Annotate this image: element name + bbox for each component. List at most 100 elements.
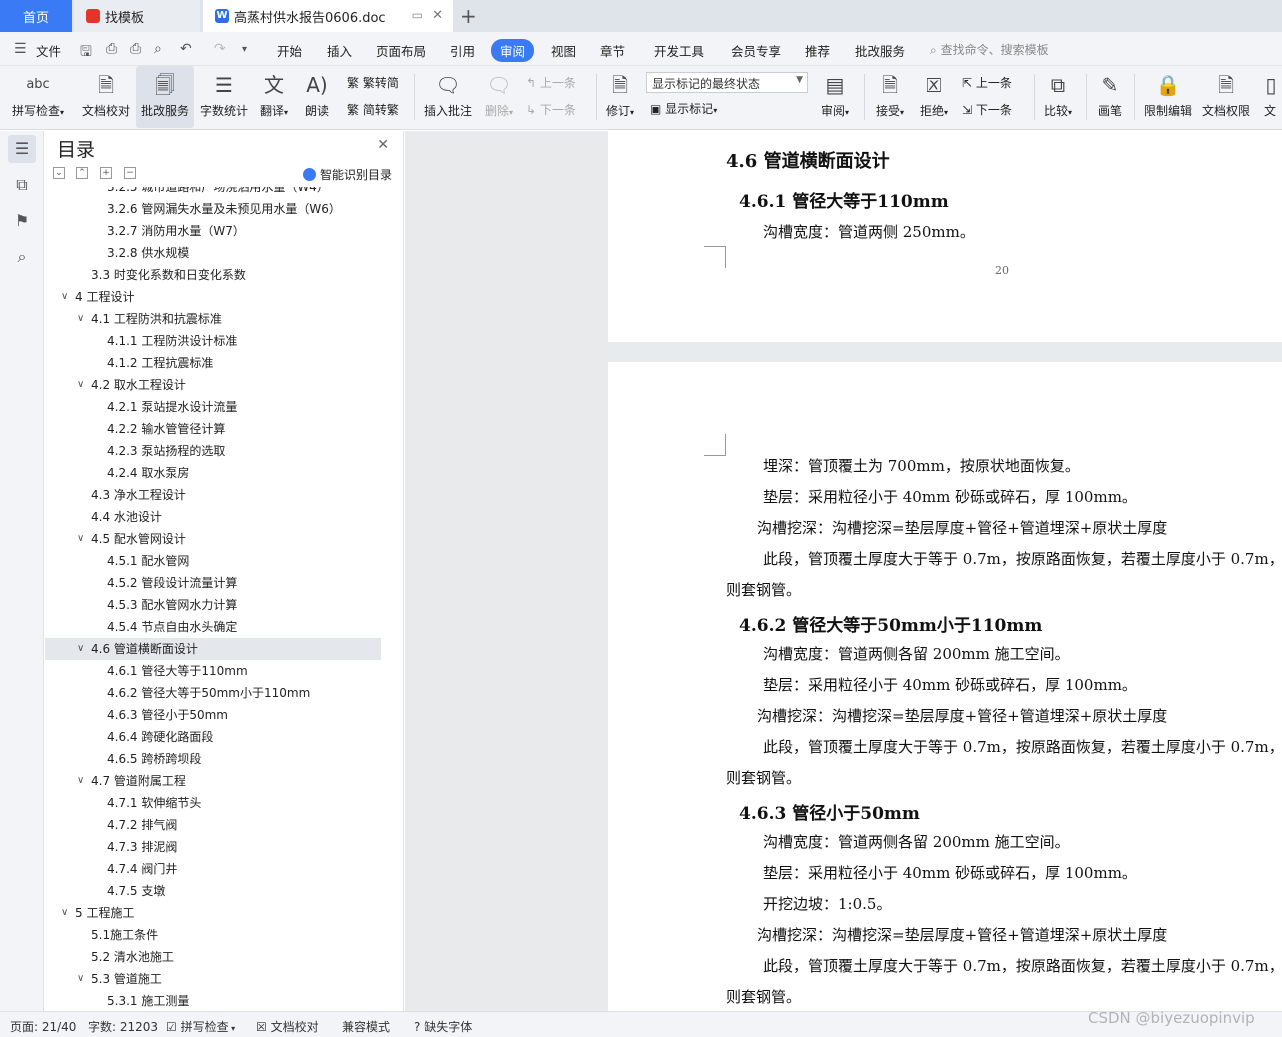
spell-check-button[interactable]: abc 拼写检查▾ [8,66,68,128]
menu-chapter[interactable]: 章节 [600,41,625,60]
chevron-down-icon[interactable]: ∨ [77,638,84,660]
simp-to-trad-button[interactable]: 繁 简转繁 [347,101,399,121]
toc-item[interactable]: 4.6.2 管径大等于50mm小于110mm [45,682,381,704]
proofread-button[interactable]: 🗎 文档校对 [78,66,134,128]
tab-document[interactable]: W 高蒸村供水报告0606.doc ▭ ✕ [203,0,453,32]
toc-item[interactable]: 4.5.4 节点自由水头确定 [45,616,381,638]
track-changes-button[interactable]: 🗎 修订▾ [600,66,640,128]
word-count-button[interactable]: ☰ 字数统计 [196,66,252,128]
menu-review[interactable]: 审阅 [491,39,535,62]
tab-templates[interactable]: 找模板 [74,0,200,32]
word-count-status[interactable]: 字数: 21203 [88,1018,158,1035]
toc-item[interactable]: 4.2.1 泵站提水设计流量 [45,396,381,418]
bookmark-icon[interactable]: ⚑ [8,207,36,235]
accept-button[interactable]: 🗎 接受▾ [870,66,910,128]
document-permission-button[interactable]: 🗎 文档权限 [1198,66,1254,128]
toc-item[interactable]: 4.6.4 跨硬化路面段 [45,726,381,748]
missing-font-status[interactable]: ? 缺失字体 [414,1018,472,1035]
proofread-status[interactable]: ☒ 文档校对 [256,1018,319,1035]
toc-item[interactable]: 4.7.5 支墩 [45,880,381,902]
chevron-down-icon[interactable]: ∨ [77,308,84,330]
markup-state-select[interactable]: 显示标记的最终状态 ▼ [646,72,808,93]
redo-icon[interactable]: ↷ [214,41,226,57]
collapse-all-icon[interactable]: ⌄ [53,167,65,179]
smart-toc-button[interactable]: 智能识别目录 [303,166,392,183]
add-item-icon[interactable]: + [100,167,112,179]
toc-item[interactable]: 3.2.7 消防用水量（W7） [45,220,381,242]
new-tab-icon[interactable]: + [460,4,477,28]
toc-item[interactable]: ∨ 4.2 取水工程设计 [45,374,381,396]
spell-check-status[interactable]: ☑ 拼写检查 ▾ [166,1018,235,1035]
toc-item[interactable]: 5.1施工条件 [45,924,381,946]
delete-comment-button[interactable]: 🗨 删除▾ [480,66,518,128]
print-preview-icon[interactable]: ⌕ [154,41,162,57]
toc-item[interactable]: 4.6.1 管径大等于110mm [45,660,381,682]
prev-change-button[interactable]: ⇱ 上一条 [962,74,1012,94]
toc-item[interactable]: 4.5.1 配水管网 [45,550,381,572]
toc-item[interactable]: ∨ 5 工程施工 [45,902,381,924]
chevron-down-icon[interactable]: ∨ [77,374,84,396]
toc-item[interactable]: 4.5.2 管段设计流量计算 [45,572,381,594]
chevron-down-icon[interactable]: ∨ [77,968,84,990]
menu-correction[interactable]: 批改服务 [855,41,905,60]
undo-icon[interactable]: ↶ [180,41,192,57]
toc-item[interactable]: 3.3 时变化系数和日变化系数 [45,264,381,286]
review-pane-button[interactable]: ▤ 审阅▾ [814,66,856,128]
restrict-editing-button[interactable]: 🔒 限制编辑 [1140,66,1196,128]
menu-insert[interactable]: 插入 [327,41,352,60]
chevron-down-icon[interactable]: ∨ [77,770,84,792]
search-icon[interactable]: ⌕ [8,243,36,271]
document-page[interactable]: 4.6 管道横断面设计 4.6.1 管径大等于110mm 沟槽宽度：管道两侧 2… [608,131,1282,342]
correction-service-button[interactable]: 🗐 批改服务 [136,66,194,128]
toc-item[interactable]: 4.2.4 取水泵房 [45,462,381,484]
show-markup-button[interactable]: ▣ 显示标记▾ [650,100,717,120]
toc-icon[interactable]: ☰ [8,135,36,163]
toc-item[interactable]: 3.2.8 供水规模 [45,242,381,264]
toc-item[interactable]: 4.7.1 软伸缩节头 [45,792,381,814]
toc-item[interactable]: 4.7.2 排气阀 [45,814,381,836]
chevron-down-icon[interactable]: ∨ [61,902,68,924]
toc-item[interactable]: 4.5.3 配水管网水力计算 [45,594,381,616]
next-change-button[interactable]: ⇲ 下一条 [962,101,1012,121]
chevron-down-icon[interactable]: ∨ [77,528,84,550]
toc-item[interactable]: 5.3.1 施工测量 [45,990,381,1007]
toc-item[interactable]: 3.2.5 城市道路和广场浇洒用水量（W4） [45,187,381,198]
close-icon[interactable]: ✕ [377,137,389,153]
read-aloud-button[interactable]: A) 朗读 [298,66,336,128]
trad-to-simp-button[interactable]: 繁 繁转简 [347,74,399,94]
insert-comment-button[interactable]: 🗨 插入批注 [420,66,476,128]
toc-item[interactable]: 4.6.3 管径小于50mm [45,704,381,726]
toc-item[interactable]: 3.2.6 管网漏失水量及未预见用水量（W6） [45,198,381,220]
menu-view[interactable]: 视图 [551,41,576,60]
next-comment-button[interactable]: ↳ 下一条 [526,101,576,121]
chevron-down-icon[interactable]: ∨ [61,286,68,308]
toc-item[interactable]: 4.1.2 工程抗震标准 [45,352,381,374]
compare-button[interactable]: ⧉ 比较▾ [1038,66,1078,128]
toc-item[interactable]: 4.4 水池设计 [45,506,381,528]
tab-home[interactable]: 首页 [0,0,72,32]
menu-file[interactable]: 文件 [36,41,61,60]
save-icon[interactable]: 🖫 [80,41,92,65]
toc-item[interactable]: 4.2.3 泵站扬程的选取 [45,440,381,462]
quick-access-more-icon[interactable]: ▾ [242,44,247,55]
compat-mode-status[interactable]: 兼容模式 [342,1018,390,1035]
toc-item[interactable]: 4.6.5 跨桥跨坝段 [45,748,381,770]
document-page[interactable]: 埋深：管顶覆土为 700mm，按原状地面恢复。 垫层：采用粒径小于 40mm 砂砾… [608,362,1282,1011]
close-icon[interactable]: ✕ [432,8,443,23]
toc-item[interactable]: 4.3 净水工程设计 [45,484,381,506]
more-button[interactable]: ▯ 文 [1258,66,1282,128]
page-indicator[interactable]: 页面: 21/40 [10,1018,76,1035]
export-pdf-icon[interactable]: ⎙ [106,41,117,57]
menu-developer[interactable]: 开发工具 [654,41,704,60]
toc-item[interactable]: ∨ 4.6 管道横断面设计 [45,638,381,660]
toc-item[interactable]: 4.2.2 输水管管径计算 [45,418,381,440]
expand-up-icon[interactable]: ⌃ [76,167,88,179]
toc-item[interactable]: ∨ 4.7 管道附属工程 [45,770,381,792]
toc-item[interactable]: ∨ 4.5 配水管网设计 [45,528,381,550]
menu-home[interactable]: 开始 [277,41,302,60]
menu-page-layout[interactable]: 页面布局 [376,41,426,60]
toc-item[interactable]: 5.2 清水池施工 [45,946,381,968]
monitor-icon[interactable]: ▭ [412,8,423,22]
prev-comment-button[interactable]: ↰ 上一条 [526,74,576,94]
ink-button[interactable]: ✎ 画笔 [1092,66,1128,128]
